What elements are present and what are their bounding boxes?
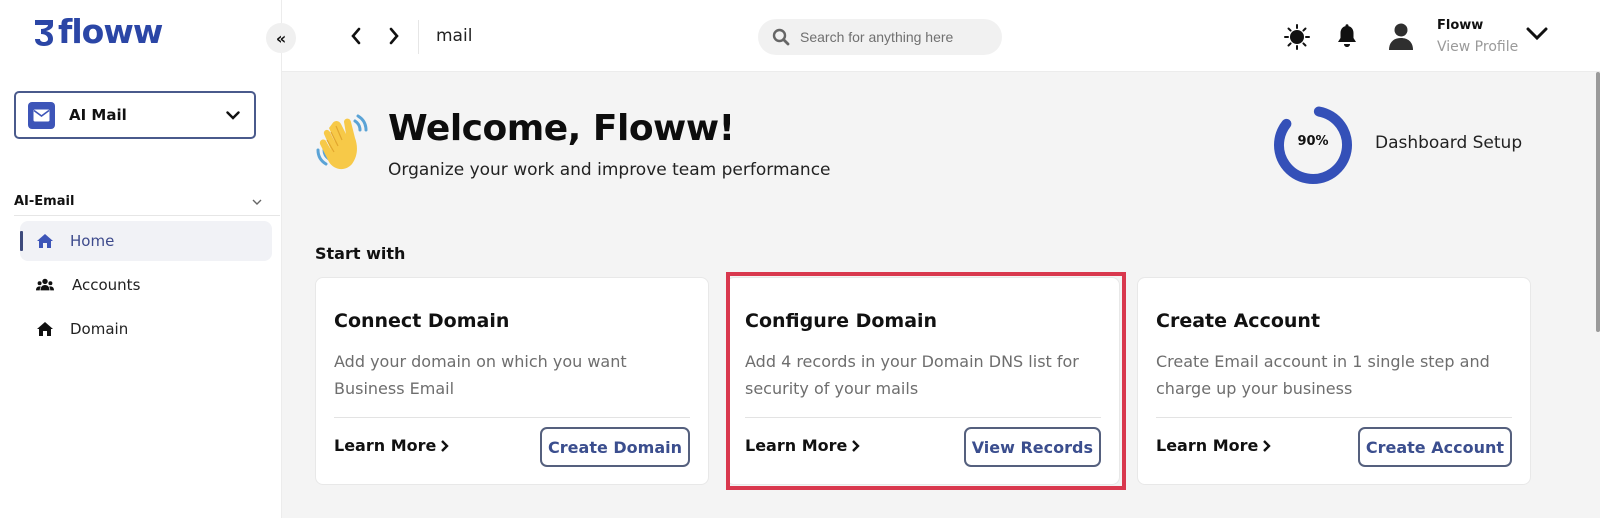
card-divider	[334, 417, 690, 418]
section-label: AI-Email	[14, 194, 75, 209]
bell-icon[interactable]	[1336, 24, 1358, 48]
home-icon	[37, 234, 53, 248]
breadcrumb: mail	[436, 26, 473, 46]
collapse-sidebar-button[interactable]: «	[266, 23, 296, 53]
sidebar-item-home[interactable]: Home	[20, 221, 272, 261]
sidebar-item-label: Home	[70, 232, 115, 250]
logo[interactable]: floww	[32, 12, 163, 51]
card-divider	[1156, 417, 1512, 418]
welcome-title: Welcome, Floww!	[388, 108, 735, 149]
section-ai-email[interactable]: AI-Email	[14, 188, 280, 216]
chevron-down-icon	[226, 110, 240, 120]
chevron-right-icon	[852, 439, 861, 452]
search-bar[interactable]	[758, 19, 1002, 55]
sidebar-item-label: Domain	[70, 320, 129, 338]
search-icon	[772, 28, 790, 46]
chevron-right-icon	[1263, 439, 1272, 452]
card-divider	[745, 417, 1101, 418]
chevron-down-icon[interactable]	[1526, 27, 1548, 41]
back-arrow-icon[interactable]	[348, 26, 364, 46]
user-name[interactable]: Floww	[1437, 18, 1483, 33]
chevron-right-icon	[441, 439, 450, 452]
learn-more-label: Learn More	[1156, 436, 1259, 455]
scrollbar-track[interactable]	[1566, 72, 1600, 518]
search-input[interactable]	[800, 29, 990, 45]
learn-more-link[interactable]: Learn More	[745, 436, 861, 455]
mail-icon	[28, 101, 55, 129]
start-with-heading: Start with	[315, 244, 406, 263]
home-icon	[37, 322, 53, 336]
progress-percent: 90%	[1297, 134, 1329, 149]
card-description: Create Email account in 1 single step an…	[1156, 352, 1490, 398]
divider	[418, 20, 419, 54]
view-profile-link[interactable]: View Profile	[1437, 39, 1518, 55]
card-description: Add 4 records in your Domain DNS list fo…	[745, 352, 1079, 398]
logo-text: floww	[58, 12, 163, 51]
card-title: Connect Domain	[334, 310, 510, 332]
forward-arrow-icon[interactable]	[386, 26, 402, 46]
double-chevron-left-icon: «	[275, 28, 287, 48]
card-description: Add your domain on which you want Busine…	[334, 352, 627, 398]
welcome-subtitle: Organize your work and improve team perf…	[388, 160, 831, 180]
card-configure-domain: Configure Domain Add 4 records in your D…	[726, 277, 1120, 485]
sidebar-item-label: Accounts	[72, 276, 141, 294]
app-root: floww AI Mail AI-Email Home Accounts Dom…	[0, 0, 1600, 518]
chevron-down-icon	[252, 199, 262, 205]
card-title: Configure Domain	[745, 310, 938, 332]
scrollbar-thumb[interactable]	[1596, 72, 1600, 332]
waving-hand-icon	[316, 114, 368, 170]
sidebar: floww AI Mail AI-Email Home Accounts Dom…	[0, 0, 282, 518]
learn-more-link[interactable]: Learn More	[1156, 436, 1272, 455]
card-create-account: Create Account Create Email account in 1…	[1137, 277, 1531, 485]
app-selector-dropdown[interactable]: AI Mail	[14, 91, 256, 139]
card-title: Create Account	[1156, 310, 1321, 332]
user-avatar-icon[interactable]	[1388, 22, 1414, 50]
sidebar-item-domain[interactable]: Domain	[20, 309, 272, 349]
topbar: mail Floww View Profile	[282, 0, 1600, 72]
learn-more-label: Learn More	[745, 436, 848, 455]
card-connect-domain: Connect Domain Add your domain on which …	[315, 277, 709, 485]
learn-more-label: Learn More	[334, 436, 437, 455]
create-account-button[interactable]: Create Account	[1357, 427, 1512, 467]
app-selector-label: AI Mail	[69, 106, 127, 124]
sun-icon[interactable]	[1284, 24, 1310, 50]
sidebar-item-accounts[interactable]: Accounts	[20, 265, 272, 305]
dashboard-setup-label[interactable]: Dashboard Setup	[1375, 133, 1522, 153]
view-records-button[interactable]: View Records	[963, 427, 1101, 467]
active-indicator	[20, 231, 23, 251]
users-icon	[36, 278, 54, 291]
logo-mark-icon	[35, 19, 53, 46]
learn-more-link[interactable]: Learn More	[334, 436, 450, 455]
create-domain-button[interactable]: Create Domain	[540, 427, 690, 467]
